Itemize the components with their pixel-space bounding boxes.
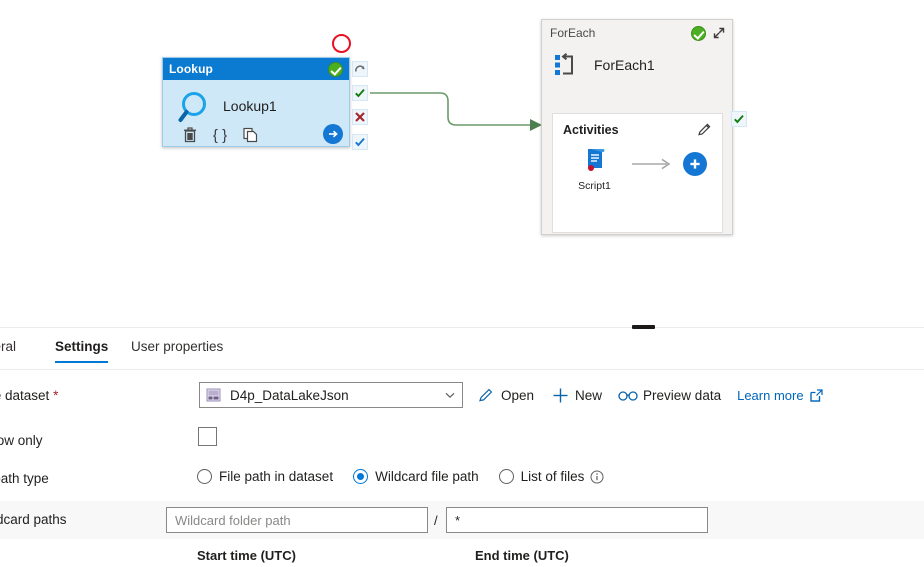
wildcard-file-value: * [455,512,461,528]
dataset-actions: Open New Preview data Learn more [476,382,823,408]
script-activity-label: Script1 [578,180,611,192]
pencil-icon[interactable] [697,122,712,137]
activities-header: Activities [553,114,722,137]
lookup-magnifier-icon [178,92,206,122]
source-dataset-select[interactable]: D4p_DataLakeJson [199,382,463,408]
clone-icon[interactable] [235,124,265,146]
delete-icon[interactable] [175,124,205,146]
foreach-node-header: ForEach [542,20,732,46]
splitter-drag-handle[interactable] [632,325,655,329]
success-connector [370,92,542,131]
first-row-only-checkbox[interactable] [198,427,217,446]
lookup-activity-node[interactable]: Lookup Lookup1 { } [162,57,350,147]
wildcard-file-name-input[interactable]: * [446,507,708,533]
preview-data-label: Preview data [643,387,722,403]
run-arrow-icon[interactable] [323,124,343,144]
plus-icon [550,385,570,405]
radio-dot [498,469,514,484]
radio-list-of-files-label: List of files [520,469,585,484]
panel-splitter[interactable] [0,322,924,331]
preview-data-button[interactable]: Preview data [618,385,721,405]
lookup-node-title: Lookup [169,62,213,76]
radio-file-path-in-dataset-label: File path in dataset [219,469,334,484]
pipeline-canvas[interactable]: Lookup Lookup1 { } ForEach ForEach1 Acti… [0,0,924,322]
source-dataset-label-text: urce dataset [0,388,50,403]
script-activity-tile[interactable]: Script1 [569,147,621,192]
wildcard-folder-path-input[interactable]: Wildcard folder path [166,507,428,533]
radio-wildcard-file-path-label: Wildcard file path [375,469,479,484]
lookup-node-header: Lookup [163,58,349,80]
arrow-right-icon [631,158,670,169]
code-braces-icon[interactable]: { } [205,124,235,146]
script-scroll-icon [587,149,604,171]
activities-label: Activities [563,122,619,137]
lookup-node-body: Lookup1 { } [163,80,349,147]
new-dataset-button[interactable]: New [550,385,602,405]
foreach-title-row: ForEach1 [542,46,732,78]
activities-container[interactable]: Activities Script1 [552,113,723,233]
glasses-icon [618,385,638,405]
foreach-activity-node[interactable]: ForEach ForEach1 Activities Script1 [541,19,733,235]
radio-list-of-files[interactable]: List of files [498,469,605,484]
radio-wildcard-file-path[interactable]: Wildcard file path [353,469,479,484]
wildcard-paths-label: ildcard paths [0,512,67,527]
chevron-down-icon [445,392,455,399]
foreach-node-title: ForEach [550,26,596,40]
required-marker: * [53,388,59,403]
plus-circle-icon[interactable] [682,151,707,176]
foreach-activity-name: ForEach1 [594,57,655,73]
file-path-type-row: e path type File path in dataset Wildcar… [0,464,924,494]
activity-properties-panel: neral Settings User properties urce data… [0,331,924,563]
first-row-only-row: st row only [0,426,924,456]
time-headers-row: Start time (UTC) End time (UTC) [0,545,924,567]
green-check-circle-icon [328,61,343,77]
source-dataset-label: urce dataset * [0,388,58,403]
wildcard-folder-placeholder: Wildcard folder path [175,512,291,528]
activities-body: Script1 [553,137,722,192]
pencil-icon [476,385,496,405]
file-path-type-label: e path type [0,471,49,486]
lookup-node-toolbar: { } [175,124,339,146]
new-dataset-label: New [575,387,603,403]
red-circle-icon [332,34,351,53]
info-icon[interactable] [590,470,604,484]
foreach-loop-icon [555,53,573,75]
learn-more-link[interactable]: Learn more [737,387,823,403]
radio-dot [353,469,369,484]
open-dataset-button[interactable]: Open [476,385,534,405]
open-dataset-label: Open [501,387,535,403]
splitter-line [0,327,924,328]
collapse-arrows-icon[interactable] [712,26,726,40]
wildcard-paths-row: ildcard paths Wildcard folder path / * [0,501,924,539]
source-dataset-row: urce dataset * D4p_DataLakeJson [0,380,924,416]
tab-user-properties[interactable]: User properties [131,339,223,362]
source-dataset-value: D4p_DataLakeJson [230,387,349,403]
first-row-only-label: st row only [0,433,43,448]
file-path-type-options: File path in dataset Wildcard file path … [197,469,624,484]
panel-tabs: neral Settings User properties [0,331,924,370]
external-link-icon [809,388,823,402]
radio-dot [197,469,212,484]
wildcard-separator: / [434,513,438,528]
on-success-icon[interactable] [731,111,747,127]
tab-settings[interactable]: Settings [55,339,109,363]
lookup-activity-name: Lookup1 [223,98,277,114]
dataset-icon [206,388,221,402]
learn-more-label: Learn more [737,387,804,403]
green-check-circle-icon [691,25,706,41]
tab-general[interactable]: neral [0,339,16,362]
radio-file-path-in-dataset[interactable]: File path in dataset [197,469,333,484]
